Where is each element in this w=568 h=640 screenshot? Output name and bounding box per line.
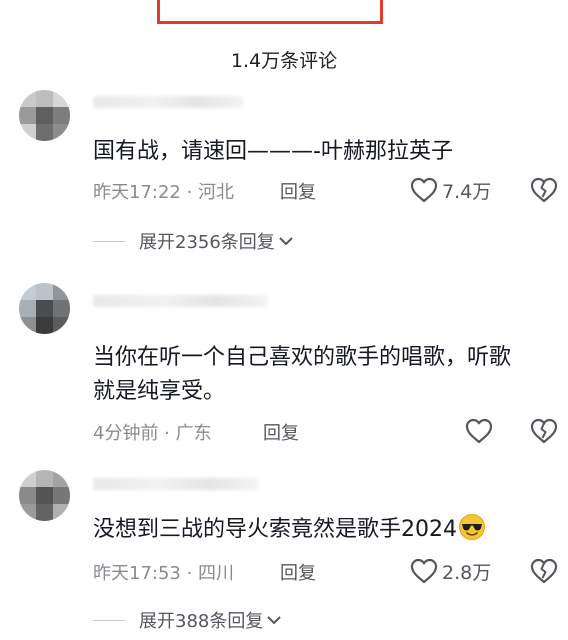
heart-outline-icon: [465, 418, 493, 444]
dislike-button[interactable]: [530, 175, 558, 205]
like-count: 7.4万: [442, 180, 492, 203]
divider-dash: [93, 240, 125, 242]
like-button[interactable]: 2.8万: [410, 556, 491, 586]
expand-replies-button[interactable]: 展开388条回复: [93, 607, 282, 633]
comment-meta-row: 昨天17:53 · 四川 回复: [93, 556, 568, 586]
comment-time-location: 昨天17:22 · 河北: [93, 182, 235, 203]
avatar[interactable]: [19, 470, 70, 521]
reply-button[interactable]: 回复: [280, 559, 316, 585]
comment-text: 没想到三战的导火索竟然是歌手2024: [93, 513, 528, 547]
expand-replies-label: 展开388条回复: [139, 611, 264, 632]
avatar[interactable]: [19, 90, 70, 141]
highlight-frame: [157, 0, 383, 24]
comment-meta-row: 昨天17:22 · 河北 回复: [93, 175, 568, 205]
chevron-down-icon: [279, 237, 293, 246]
heart-outline-icon: [410, 177, 438, 203]
username-blurred[interactable]: [93, 295, 268, 307]
username-blurred[interactable]: [93, 96, 243, 108]
comment-text: 当你在听一个自己喜欢的歌手的唱歌，听歌就是纯享受。: [93, 345, 512, 404]
sunglasses-emoji-icon: [459, 514, 485, 540]
comment-text: 国有战，请速回———-叶赫那拉英子: [93, 139, 453, 164]
expand-replies-button[interactable]: 展开2356条回复: [93, 228, 294, 254]
like-button[interactable]: 7.4万: [410, 175, 491, 205]
dislike-button[interactable]: [530, 416, 558, 446]
reply-button[interactable]: 回复: [263, 419, 299, 445]
expand-replies-label: 展开2356条回复: [139, 232, 275, 253]
like-count: 2.8万: [442, 561, 492, 584]
broken-heart-icon: [530, 418, 558, 444]
heart-outline-icon: [410, 558, 438, 584]
avatar[interactable]: [19, 283, 70, 334]
reply-button[interactable]: 回复: [280, 178, 316, 204]
dislike-button[interactable]: [530, 556, 558, 586]
comment-time-location: 4分钟前 · 广东: [93, 423, 212, 444]
broken-heart-icon: [530, 177, 558, 203]
broken-heart-icon: [530, 558, 558, 584]
comment-meta-row: 4分钟前 · 广东 回复: [93, 416, 568, 446]
like-button[interactable]: [465, 416, 493, 446]
divider-dash: [93, 619, 125, 621]
comment-time-location: 昨天17:53 · 四川: [93, 563, 235, 584]
username-blurred[interactable]: [93, 478, 258, 490]
comment-count-header: 1.4万条评论: [230, 50, 338, 72]
chevron-down-icon: [267, 616, 282, 625]
comment-text-body: 没想到三战的导火索竟然是歌手2024: [93, 517, 457, 542]
